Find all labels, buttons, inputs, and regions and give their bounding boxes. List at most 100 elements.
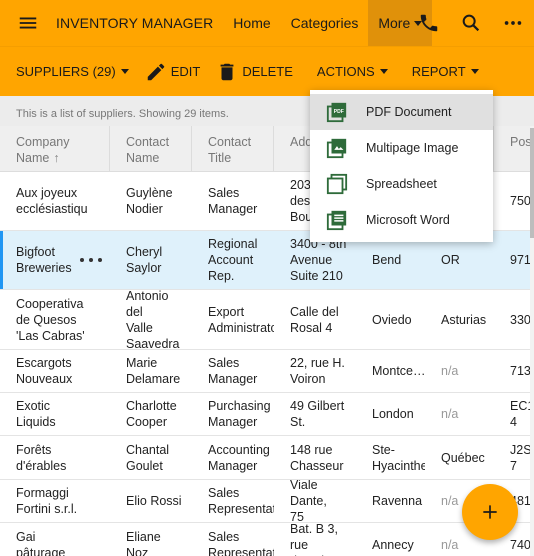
cell-address: Calle del Rosal 4 (290, 304, 339, 335)
cell-city: Ste- Hyacinthe (372, 442, 425, 473)
table-row[interactable]: Escargots Nouveaux Marie Delamare Sales … (0, 350, 534, 393)
cell-contact-name: Elio Rossi (126, 494, 182, 508)
cell-contact-title: Regional Account Rep. (208, 237, 258, 283)
cell-company-name: Cooperativa de Quesos 'Las Cabras' (16, 296, 85, 343)
cell-contact-title: Purchasing Manager (208, 399, 271, 429)
cell-region: Québec (441, 450, 485, 465)
trash-icon (220, 63, 234, 80)
cell-address: 49 Gilbert St. (290, 399, 345, 429)
spreadsheet-icon (326, 173, 348, 195)
app-bar: INVENTORY MANAGER Home Categories More (0, 0, 534, 46)
menu-item-label: Spreadsheet (366, 177, 437, 191)
cell-city: London (372, 407, 414, 421)
word-icon (326, 210, 347, 231)
caret-down-icon (470, 69, 479, 74)
cell-contact-name: Guylène Nodier (126, 186, 173, 216)
cell-contact-name: Cheryl Saylor (126, 245, 163, 275)
pdf-icon: PDF (326, 102, 347, 123)
menu-item-multipage-image[interactable]: Multipage Image (310, 130, 493, 166)
cell-address: 148 rue Chasseur (290, 442, 344, 473)
menu-icon[interactable] (0, 0, 56, 46)
cell-city: Annecy (372, 537, 414, 552)
table-row[interactable]: Formaggi Fortini s.r.l. Elio Rossi Sales… (0, 480, 534, 523)
phone-icon[interactable] (408, 0, 450, 46)
caret-down-icon (120, 69, 129, 74)
cell-contact-name: Charlotte Cooper (126, 399, 177, 429)
cell-company-name: Forêts d'érables (16, 442, 67, 473)
table-row[interactable]: Gai pâturage Eliane Noz Sales Representa… (0, 523, 534, 556)
report-label: REPORT (411, 64, 466, 79)
table-row[interactable]: Forêts d'érables Chantal Goulet Accounti… (0, 436, 534, 480)
cell-company-name: Aux joyeux ecclésiastiqu (16, 186, 88, 216)
column-header-contact-title[interactable]: Contact Title (192, 126, 274, 171)
cell-postal-code: EC1 4 (510, 399, 534, 429)
cell-postal-code: 9710 (510, 253, 534, 267)
cell-company-name: Escargots Nouveaux (16, 356, 73, 386)
add-button[interactable] (462, 484, 518, 540)
cell-postal-code: 7500 (510, 194, 534, 208)
table-row[interactable]: Cooperativa de Quesos 'Las Cabras' Anton… (0, 290, 534, 350)
cell-company-name: Bigfoot Breweries (0, 231, 110, 289)
cell-address: Viale Dante, 75 (290, 480, 327, 522)
menu-item-label: Multipage Image (366, 141, 459, 155)
cell-postal-code: J2S 7 (510, 442, 532, 473)
column-header-label: Company Name (16, 135, 70, 165)
cell-contact-name: Chantal Goulet (126, 442, 170, 473)
actions-label: ACTIONS (316, 64, 375, 79)
cell-contact-name: Eliane Noz (126, 529, 161, 556)
table-row[interactable]: Exotic Liquids Charlotte Cooper Purchasi… (0, 393, 534, 436)
cell-contact-title: Sales Manager (208, 186, 258, 216)
more-options-icon[interactable] (492, 0, 534, 46)
caret-down-icon (379, 69, 388, 74)
svg-text:PDF: PDF (334, 109, 344, 115)
plus-icon (483, 505, 497, 519)
cell-postal-code: 3300 (510, 312, 534, 327)
menu-item-label: PDF Document (366, 105, 452, 119)
menu-item-pdf-document[interactable]: PDF PDF Document (310, 94, 493, 130)
cell-postal-code: 7130 (510, 364, 534, 378)
cell-contact-title: Accounting Manager (208, 442, 270, 473)
cell-contact-title: Export Administratc (208, 304, 274, 335)
cell-region: n/a (441, 407, 459, 421)
cell-contact-title: Sales Representati (208, 529, 274, 556)
scrollbar-thumb[interactable] (530, 128, 534, 238)
nav-categories[interactable]: Categories (281, 0, 369, 46)
edit-label: EDIT (170, 64, 201, 79)
app-title: INVENTORY MANAGER (56, 15, 214, 31)
menu-item-microsoft-word[interactable]: Microsoft Word (310, 202, 493, 238)
column-header-contact-name[interactable]: Contact Name (110, 126, 192, 171)
search-icon[interactable] (450, 0, 492, 46)
cell-city: Montce… (372, 364, 425, 378)
suppliers-dropdown[interactable]: SUPPLIERS (29) (0, 47, 137, 97)
report-menu: PDF PDF Document Multipage Image Spreads… (310, 90, 493, 242)
cell-company-name: Gai pâturage (16, 529, 66, 556)
cell-region: Asturias (441, 312, 487, 327)
report-dropdown[interactable]: REPORT (404, 47, 487, 97)
cell-company-name: Formaggi Fortini s.r.l. (16, 486, 78, 516)
menu-item-spreadsheet[interactable]: Spreadsheet (310, 166, 493, 202)
actions-dropdown[interactable]: ACTIONS (309, 47, 396, 97)
sort-ascending-icon: ↑ (53, 151, 60, 165)
suppliers-label: SUPPLIERS (29) (16, 64, 116, 79)
delete-button[interactable]: DELETE (208, 47, 301, 97)
cell-contact-title: Sales Manager (208, 356, 258, 386)
cell-contact-name: Antonio del Valle Saavedra (126, 290, 180, 349)
cell-region: n/a (441, 364, 459, 378)
column-header-postal-code[interactable]: Posta (494, 126, 534, 171)
nav-home[interactable]: Home (223, 0, 280, 46)
menu-item-label: Microsoft Word (366, 213, 450, 227)
pencil-icon (147, 63, 164, 80)
cell-address: Bat. B 3, rue des Alpes (290, 523, 344, 556)
delete-label: DELETE (242, 64, 293, 79)
cell-city: Ravenna (372, 494, 423, 508)
row-more-icon[interactable] (80, 250, 102, 270)
edit-button[interactable]: EDIT (137, 47, 209, 97)
image-icon (326, 138, 347, 159)
cell-company-name: Exotic Liquids (16, 399, 56, 429)
nav-more-label: More (378, 15, 411, 31)
cell-contact-name: Marie Delamare (126, 356, 181, 386)
cell-contact-title: Sales Representati (208, 486, 274, 516)
cell-company-name-text: Bigfoot Breweries (16, 245, 72, 275)
cell-city: Oviedo (372, 312, 412, 327)
column-header-company-name[interactable]: Company Name ↑ (0, 126, 110, 171)
